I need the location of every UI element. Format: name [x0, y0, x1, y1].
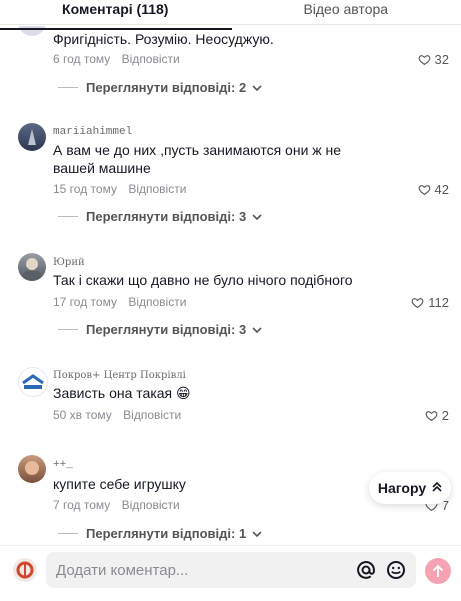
comment-username[interactable]: mariiahimmel: [53, 126, 132, 138]
send-button[interactable]: [425, 558, 451, 584]
divider-line: [58, 329, 78, 330]
back-to-top-button[interactable]: Нагору: [369, 472, 451, 504]
view-replies-button[interactable]: Переглянути відповіді: 1: [58, 526, 262, 541]
view-replies-label: Переглянути відповіді: 3: [86, 209, 246, 224]
comment-text: купите себе игрушку: [53, 475, 383, 493]
like-count: 112: [428, 295, 449, 310]
tab-comments[interactable]: Коментарі (118): [0, 0, 231, 26]
tab-author-videos[interactable]: Відео автора: [231, 0, 461, 26]
double-chevron-up-icon: [432, 480, 442, 496]
comment-time: 7 год тому: [53, 498, 110, 512]
like-button[interactable]: 2: [425, 408, 449, 423]
view-replies-button[interactable]: Переглянути відповіді: 3: [58, 322, 262, 337]
like-button[interactable]: 42: [418, 182, 449, 197]
comment-text: Фригідність. Розумію. Неосуджую.: [53, 30, 383, 48]
comment-meta: 15 год тому Відповісти: [53, 182, 186, 196]
arrow-up-icon: [432, 564, 444, 578]
view-replies-label: Переглянути відповіді: 1: [86, 526, 246, 541]
comment-text: Так і скажи що давно не було нічого поді…: [53, 271, 383, 289]
like-button[interactable]: 112: [411, 295, 449, 310]
comment-meta: 7 год тому Відповісти: [53, 498, 180, 512]
like-count: 2: [442, 408, 449, 423]
view-replies-button[interactable]: Переглянути відповіді: 3: [58, 209, 262, 224]
heart-icon: [411, 296, 424, 309]
tab-bar: Коментарі (118) Відео автора: [0, 0, 461, 26]
chevron-down-icon: [252, 83, 262, 93]
current-user-avatar[interactable]: [13, 558, 37, 582]
reply-button[interactable]: Відповісти: [128, 295, 186, 309]
view-replies-label: Переглянути відповіді: 3: [86, 322, 246, 337]
comment-time: 50 хв тому: [53, 408, 112, 422]
avatar[interactable]: [18, 367, 48, 397]
comment-username[interactable]: ++_: [53, 459, 73, 471]
heart-icon: [418, 53, 431, 66]
reply-button[interactable]: Відповісти: [123, 408, 181, 422]
chevron-down-icon: [252, 529, 262, 539]
like-count: 32: [435, 52, 449, 67]
heart-icon: [418, 183, 431, 196]
divider-line: [58, 533, 78, 534]
like-count: 42: [435, 182, 449, 197]
comment-input-bar: [0, 545, 461, 601]
comment-meta: 50 хв тому Відповісти: [53, 408, 181, 422]
comment-meta: 17 год тому Відповісти: [53, 295, 186, 309]
comment-text: А вам че до них ,пусть занимаются они ж …: [53, 141, 383, 177]
comment-meta: 6 год тому Відповісти: [53, 52, 180, 66]
back-to-top-label: Нагору: [378, 480, 426, 496]
comment-text: Зависть она такая 😁: [53, 384, 383, 402]
reply-button[interactable]: Відповісти: [122, 52, 180, 66]
comment-time: 15 год тому: [53, 182, 117, 196]
avatar[interactable]: [18, 253, 46, 281]
comment-username[interactable]: Юрий: [53, 257, 85, 268]
reply-button[interactable]: Відповісти: [122, 498, 180, 512]
comment-time: 17 год тому: [53, 295, 117, 309]
divider-line: [58, 216, 78, 217]
view-replies-button[interactable]: Переглянути відповіді: 2: [58, 80, 262, 95]
chevron-down-icon: [252, 212, 262, 222]
comment-username[interactable]: Покров+ Центр Покрівлі: [53, 370, 186, 381]
comment-input[interactable]: [54, 561, 348, 580]
avatar[interactable]: [18, 123, 46, 151]
chevron-down-icon: [252, 325, 262, 335]
comment-input-wrapper: [46, 552, 416, 588]
avatar[interactable]: [18, 455, 46, 483]
heart-icon: [425, 409, 438, 422]
divider-line: [58, 87, 78, 88]
view-replies-label: Переглянути відповіді: 2: [86, 80, 246, 95]
like-button[interactable]: 32: [418, 52, 449, 67]
comments-list: Фригідність. Розумію. Неосуджую. 6 год т…: [0, 0, 461, 545]
reply-button[interactable]: Відповісти: [128, 182, 186, 196]
at-icon[interactable]: [356, 560, 376, 580]
tab-divider: [0, 24, 461, 25]
comment-time: 6 год тому: [53, 52, 110, 66]
emoji-icon[interactable]: [386, 560, 406, 580]
